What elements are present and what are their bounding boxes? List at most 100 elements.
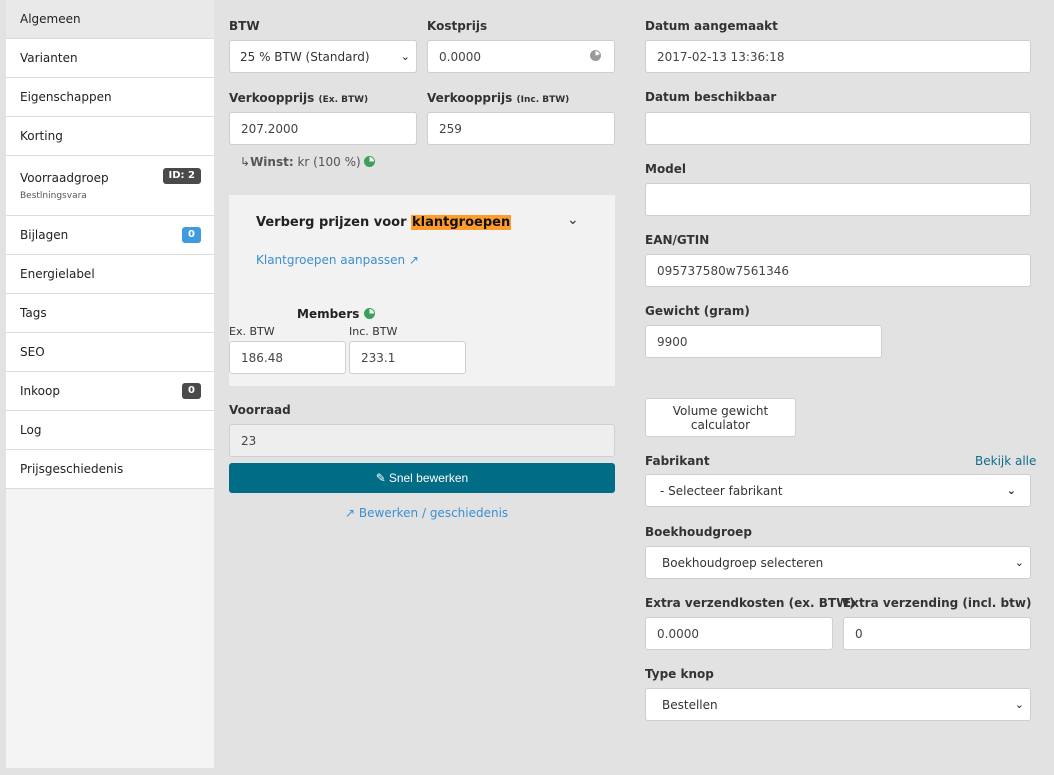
winst-value: kr (100 %) <box>297 155 361 169</box>
sidebar-item-label: Inkoop <box>20 384 60 398</box>
count-badge: 0 <box>182 227 201 243</box>
verkoopprijs-inc-label-text: Verkoopprijs <box>427 91 513 105</box>
chart-pie-icon[interactable] <box>590 49 601 63</box>
available-date-label: Datum beschikbaar <box>645 90 777 104</box>
sidebar-item-label: Energielabel <box>20 267 95 281</box>
customer-group-title: Verberg prijzen voor klantgroepen <box>256 215 512 230</box>
sidebar-item-prijsgeschiedenis[interactable]: Prijsgeschiedenis <box>6 450 214 489</box>
sidebar-item-label: SEO <box>20 345 45 359</box>
group-ex-input[interactable] <box>229 341 346 374</box>
created-date-label: Datum aangemaakt <box>645 19 778 33</box>
sidebar-item-eigenschappen[interactable]: Eigenschappen <box>6 78 214 117</box>
voorraad-label: Voorraad <box>229 403 291 417</box>
model-label: Model <box>645 162 687 176</box>
edit-customer-groups-link-text: Klantgroepen aanpassen <box>256 253 406 267</box>
volume-weight-calculator-button[interactable]: Volume gewicht calculator <box>645 398 796 437</box>
quick-edit-button[interactable]: ✎ Snel bewerken <box>229 463 615 493</box>
accounting-group-label: Boekhoudgroep <box>645 525 752 539</box>
chevron-down-icon[interactable]: ⌄ <box>567 212 579 228</box>
verkoopprijs-ex-label: Verkoopprijs (Ex. BTW) <box>229 91 368 105</box>
manufacturer-select[interactable]: - Selecteer fabrikant ⌄ <box>645 474 1031 507</box>
extra-shipping-inc-input[interactable] <box>843 617 1031 650</box>
sidebar-item-log[interactable]: Log <box>6 411 214 450</box>
sidebar-item-algemeen[interactable]: Algemeen <box>6 0 214 39</box>
edit-customer-groups-link[interactable]: Klantgroepen aanpassen ↗ <box>256 253 419 267</box>
sidebar-item-korting[interactable]: Korting <box>6 117 214 156</box>
return-arrow-icon: ↳ <box>240 155 251 169</box>
verkoopprijs-ex-suffix: (Ex. BTW) <box>318 95 369 105</box>
sidebar-item-label: Log <box>20 423 42 437</box>
kostprijs-input[interactable] <box>427 40 615 73</box>
winst-label: Winst: <box>250 155 294 169</box>
ean-label: EAN/GTIN <box>645 233 710 247</box>
sidebar-item-varianten[interactable]: Varianten <box>6 39 214 78</box>
group-inc-input[interactable] <box>349 341 466 374</box>
sidebar-item-label: Korting <box>20 129 63 143</box>
btw-label: BTW <box>229 19 260 33</box>
sidebar-item-label: Tags <box>20 306 47 320</box>
weight-input[interactable] <box>645 325 882 358</box>
id-badge: ID: 2 <box>162 168 201 184</box>
button-type-label: Type knop <box>645 667 714 681</box>
count-badge: 0 <box>182 383 201 399</box>
chart-pie-icon[interactable] <box>363 307 375 321</box>
sidebar-item-bijlagen[interactable]: Bijlagen 0 <box>6 216 214 255</box>
chevron-down-icon: ⌄ <box>1014 698 1024 711</box>
accounting-group-select[interactable]: Boekhoudgroep selecteren ⌄ <box>645 546 1031 579</box>
volume-weight-calculator-label: Volume gewicht calculator <box>672 403 769 432</box>
created-date-input[interactable] <box>645 40 1031 73</box>
group-inc-label: Inc. BTW <box>349 325 398 338</box>
chevron-down-icon: ⌄ <box>1014 556 1024 569</box>
external-link-icon: ↗ <box>408 253 419 267</box>
sidebar-nav: Algemeen Varianten Eigenschappen Korting… <box>6 0 214 768</box>
sidebar-item-energielabel[interactable]: Energielabel <box>6 255 214 294</box>
edit-history-link-text: Bewerken / geschiedenis <box>358 506 509 520</box>
sidebar-item-label: Eigenschappen <box>20 90 112 104</box>
edit-history-link[interactable]: ↗ Bewerken / geschiedenis <box>345 506 508 520</box>
extra-shipping-ex-label: Extra verzendkosten (ex. BTW) <box>645 596 855 610</box>
accounting-group-select-value: Boekhoudgroep selecteren <box>662 555 824 570</box>
sidebar-item-sublabel: Bestlningsvara <box>20 190 87 201</box>
model-input[interactable] <box>645 183 1031 216</box>
verkoopprijs-inc-suffix: (Inc. BTW) <box>516 95 570 105</box>
group-name: Members <box>297 307 360 321</box>
winst-row: ↳Winst: kr (100 %) <box>240 155 376 169</box>
weight-label: Gewicht (gram) <box>645 304 750 318</box>
sidebar-item-inkoop[interactable]: Inkoop 0 <box>6 372 214 411</box>
button-type-select-value: Bestellen <box>662 697 718 712</box>
verkoopprijs-inc-input[interactable] <box>427 112 615 145</box>
ean-input[interactable] <box>645 254 1031 287</box>
kostprijs-label: Kostprijs <box>427 19 488 33</box>
chevron-down-icon: ⌄ <box>1006 484 1016 497</box>
btw-select[interactable]: 25 % BTW (Standard) ⌄ <box>229 40 417 73</box>
sidebar-item-tags[interactable]: Tags <box>6 294 214 333</box>
chevron-down-icon: ⌄ <box>400 50 410 63</box>
available-date-input[interactable] <box>645 112 1031 145</box>
customer-group-title-text: Verberg prijzen voor <box>256 215 407 230</box>
sidebar-item-seo[interactable]: SEO <box>6 333 214 372</box>
sidebar-item-voorraadgroep[interactable]: Voorraadgroep Bestlningsvara ID: 2 <box>6 156 214 216</box>
pencil-icon: ✎ <box>375 471 386 485</box>
voorraad-input <box>229 424 615 457</box>
quick-edit-label: Snel bewerken <box>388 471 469 485</box>
button-type-select[interactable]: Bestellen ⌄ <box>645 688 1031 721</box>
extra-shipping-inc-label: Extra verzending (incl. btw) <box>843 596 1032 610</box>
group-ex-label: Ex. BTW <box>229 325 275 338</box>
manufacturer-label: Fabrikant <box>645 454 710 468</box>
group-members-title: Members <box>297 307 375 321</box>
sidebar-item-label: Algemeen <box>20 12 81 26</box>
btw-select-value: 25 % BTW (Standard) <box>240 49 370 64</box>
sidebar-item-label: Prijsgeschiedenis <box>20 462 124 476</box>
sidebar-item-label: Bijlagen <box>20 228 69 242</box>
external-link-icon: ↗ <box>345 506 356 520</box>
verkoopprijs-ex-input[interactable] <box>229 112 417 145</box>
view-all-manufacturers-link[interactable]: Bekijk alle <box>975 454 1036 468</box>
extra-shipping-ex-input[interactable] <box>645 617 833 650</box>
customer-group-title-highlight: klantgroepen <box>411 215 512 230</box>
sidebar-item-label: Varianten <box>20 51 78 65</box>
verkoopprijs-ex-label-text: Verkoopprijs <box>229 91 315 105</box>
manufacturer-select-value: - Selecteer fabrikant <box>660 483 783 498</box>
chart-pie-icon[interactable] <box>364 155 376 169</box>
sidebar-item-label: Voorraadgroep <box>20 170 109 185</box>
verkoopprijs-inc-label: Verkoopprijs (Inc. BTW) <box>427 91 569 105</box>
